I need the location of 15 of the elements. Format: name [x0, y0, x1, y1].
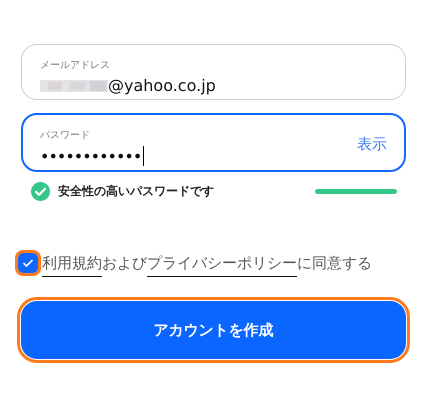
text-cursor	[143, 146, 144, 166]
email-value: @yahoo.co.jp	[108, 76, 216, 95]
check-icon	[22, 258, 34, 268]
field-label: メールアドレス	[40, 59, 111, 72]
strength-message: 安全性の高いパスワードです	[58, 183, 215, 200]
create-account-button[interactable]: アカウントを作成	[21, 301, 406, 359]
terms-link[interactable]: プライバシーポリシー	[147, 254, 297, 276]
check-circle-icon	[31, 182, 50, 201]
terms-link[interactable]: 利用規約	[42, 254, 102, 276]
agree-checkbox[interactable]	[18, 253, 38, 273]
password-field[interactable]: パスワード •••••••••••• 表示	[21, 113, 406, 172]
show-password-button[interactable]: 表示	[357, 134, 387, 154]
email-field[interactable]: メールアドレス @yahoo.co.jp	[21, 44, 406, 100]
password-value: ••••••••••••	[40, 146, 142, 166]
field-label: パスワード	[40, 129, 91, 142]
